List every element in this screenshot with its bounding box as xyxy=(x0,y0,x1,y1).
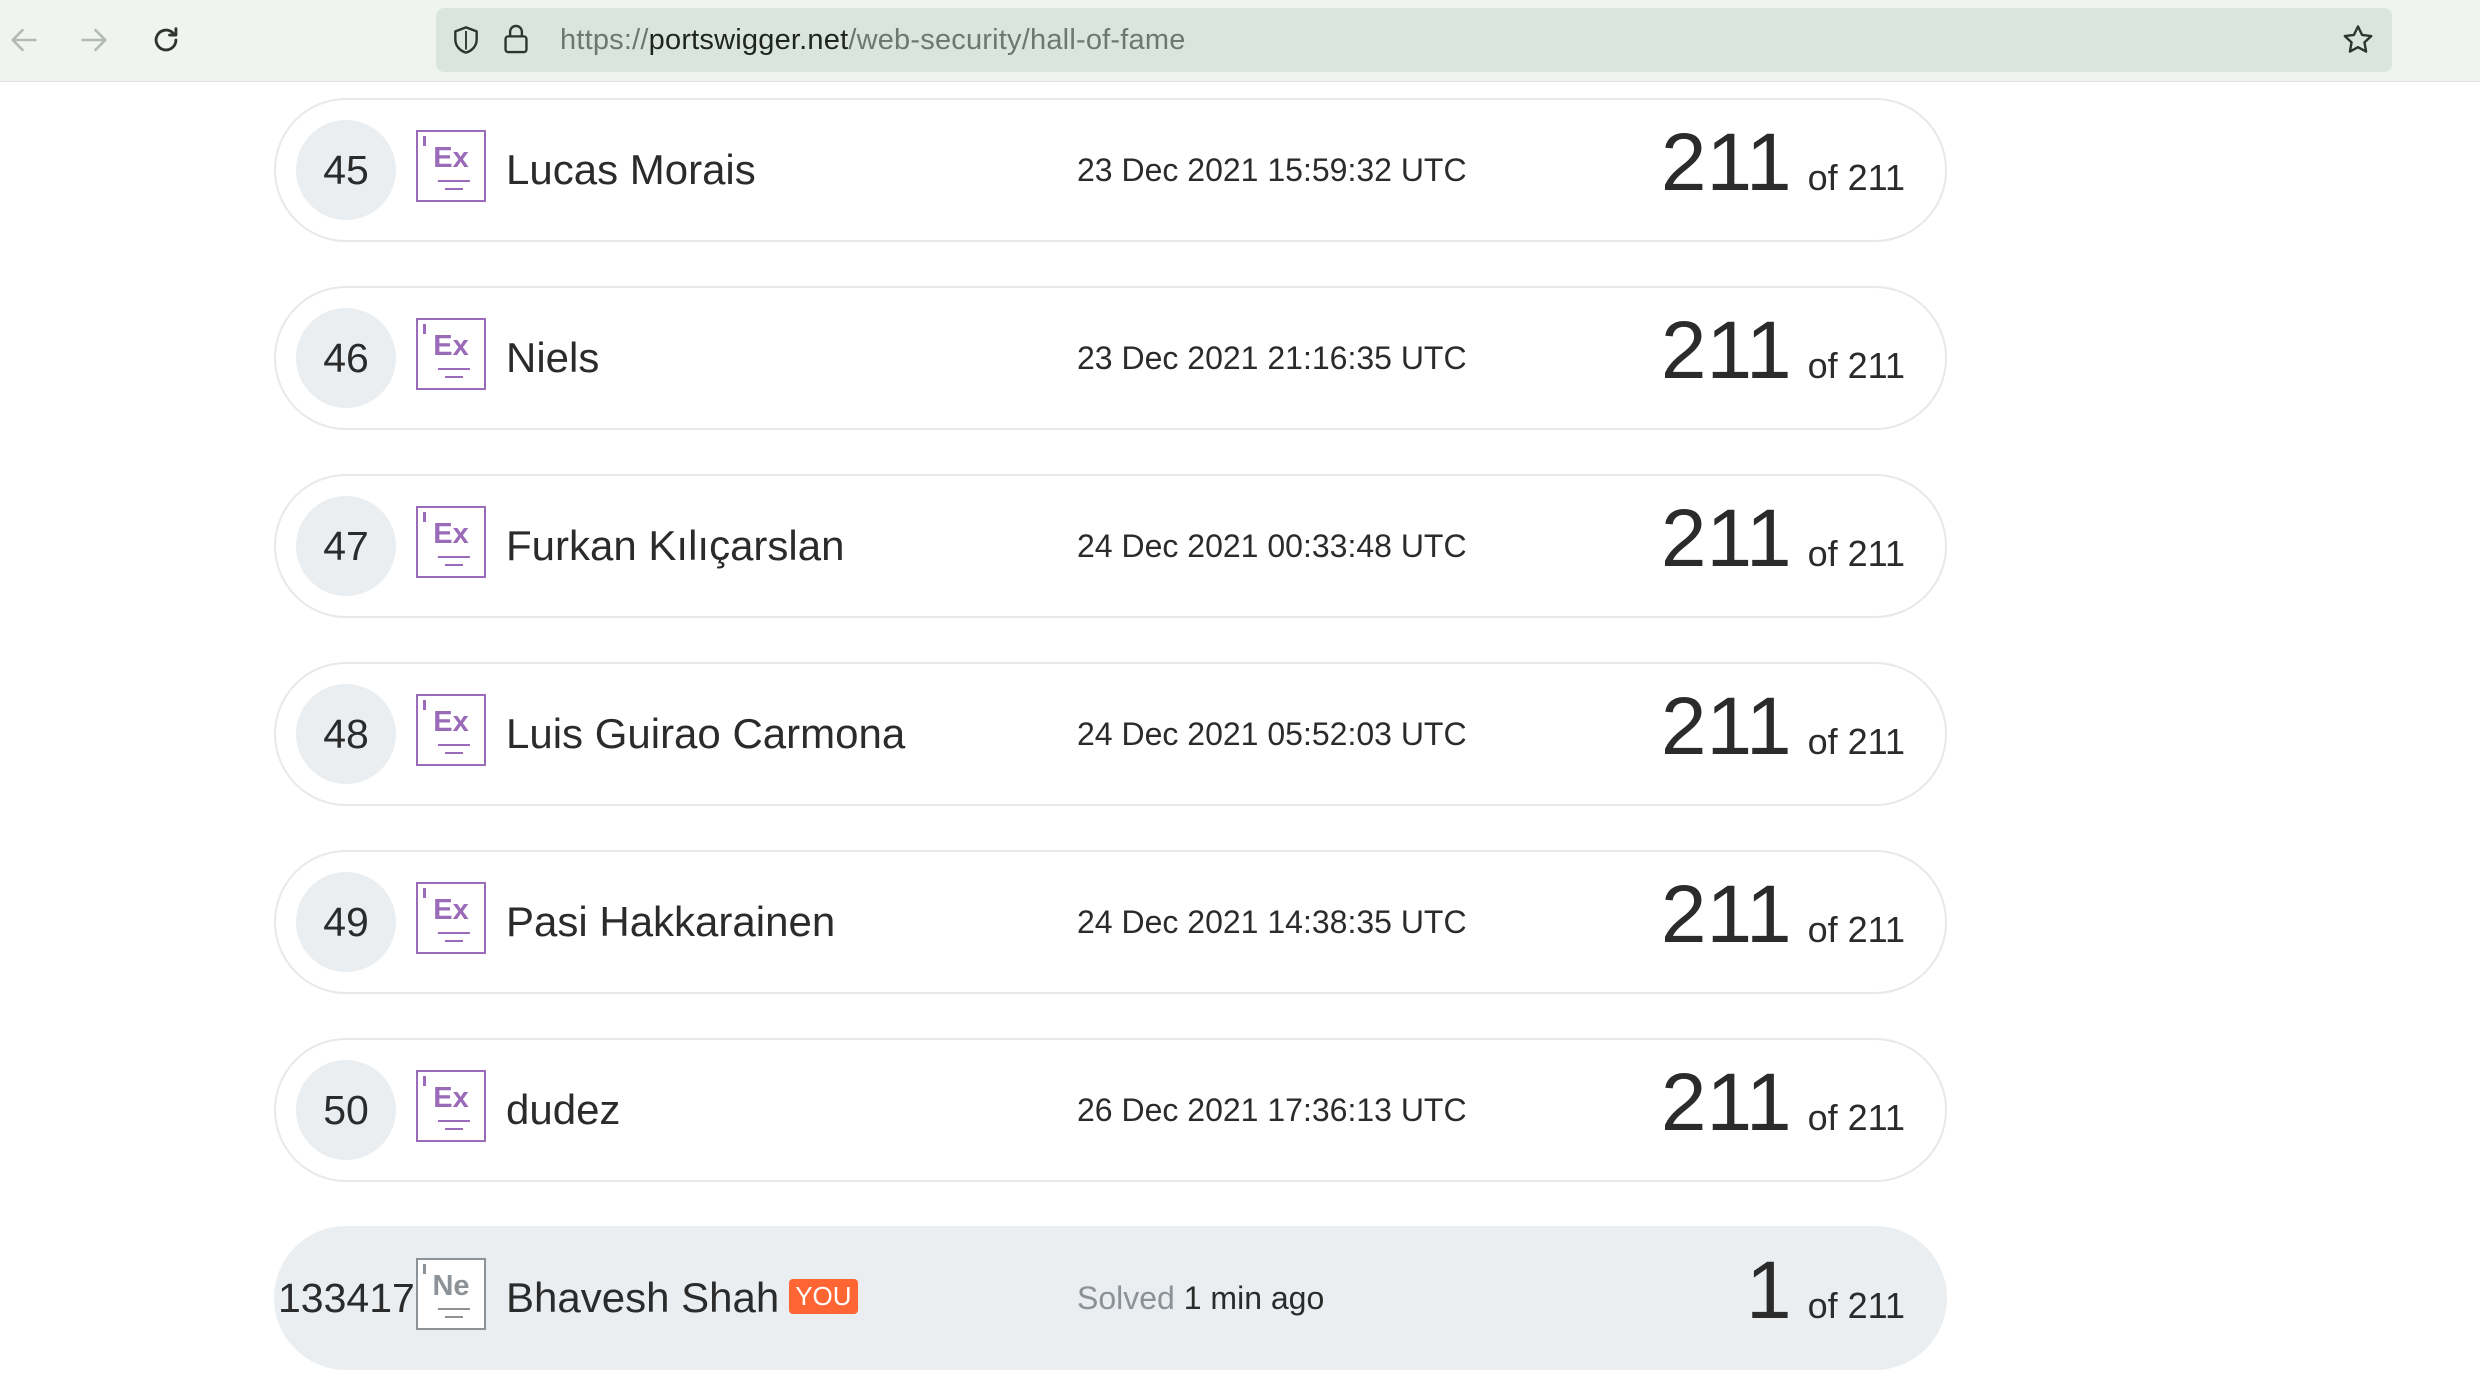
badge-symbol: Ex xyxy=(433,1082,469,1114)
expert-level-icon: Ex xyxy=(416,130,486,202)
reload-button[interactable] xyxy=(142,16,190,64)
current-user-row: 133417 Ne Bhavesh Shah YOU Solved 1 min a… xyxy=(274,1226,1947,1370)
score: 211 of 211 xyxy=(1661,1062,1905,1144)
rank-number: 45 xyxy=(296,120,396,220)
score: 211 of 211 xyxy=(1661,498,1905,580)
bookmark-star-icon[interactable] xyxy=(2340,22,2376,58)
arrow-left-icon xyxy=(11,28,37,52)
user-name: dudez xyxy=(506,1086,621,1133)
url-text[interactable]: https://portswigger.net/web-security/hal… xyxy=(560,24,1186,57)
shield-icon[interactable] xyxy=(450,24,482,56)
score-total: of 211 xyxy=(1807,533,1905,574)
expert-level-icon: Ex xyxy=(416,1070,486,1142)
solved-status: Solved 1 min ago xyxy=(1077,1280,1324,1317)
url-scheme: https:// xyxy=(560,24,649,56)
score-value: 211 xyxy=(1660,117,1792,208)
leaderboard-row: 46 Ex Niels 23 Dec 2021 21:16:35 UTC 211… xyxy=(274,286,1947,430)
completion-date: 24 Dec 2021 00:33:48 UTC xyxy=(1077,528,1467,564)
score-value: 211 xyxy=(1660,869,1792,960)
leaderboard-row: 48 Ex Luis Guirao Carmona 24 Dec 2021 05… xyxy=(274,662,1947,806)
score: 211 of 211 xyxy=(1661,874,1905,956)
rank-number: 50 xyxy=(296,1060,396,1160)
leaderboard-row: 49 Ex Pasi Hakkarainen 24 Dec 2021 14:38… xyxy=(274,850,1947,994)
badge-symbol: Ex xyxy=(433,518,469,550)
completion-date: 24 Dec 2021 05:52:03 UTC xyxy=(1077,716,1467,752)
expert-level-icon: Ex xyxy=(416,694,486,766)
leaderboard-row: 50 Ex dudez 26 Dec 2021 17:36:13 UTC 211… xyxy=(274,1038,1947,1182)
score-value: 211 xyxy=(1660,681,1792,772)
user-name-text: Bhavesh Shah xyxy=(506,1274,780,1321)
score: 1 of 211 xyxy=(1746,1250,1905,1332)
expert-level-icon: Ex xyxy=(416,318,486,390)
novice-level-icon: Ne xyxy=(416,1258,486,1330)
score-total: of 211 xyxy=(1807,1097,1905,1138)
score: 211 of 211 xyxy=(1661,686,1905,768)
lock-icon[interactable] xyxy=(500,22,532,56)
score-total: of 211 xyxy=(1807,909,1905,950)
score: 211 of 211 xyxy=(1661,122,1905,204)
expert-level-icon: Ex xyxy=(416,882,486,954)
badge-symbol: Ne xyxy=(432,1270,470,1302)
expert-level-icon: Ex xyxy=(416,506,486,578)
url-host: portswigger.net xyxy=(648,24,849,56)
completion-date: 23 Dec 2021 21:16:35 UTC xyxy=(1077,340,1467,376)
completion-date: 26 Dec 2021 17:36:13 UTC xyxy=(1077,1092,1467,1128)
score: 211 of 211 xyxy=(1661,310,1905,392)
forward-button[interactable] xyxy=(70,16,118,64)
reload-icon xyxy=(154,27,178,52)
score-total: of 211 xyxy=(1807,345,1905,386)
solved-label: Solved xyxy=(1077,1280,1175,1316)
rank-number: 49 xyxy=(296,872,396,972)
rank-number: 46 xyxy=(296,308,396,408)
score-total: of 211 xyxy=(1807,1285,1905,1326)
score-value: 211 xyxy=(1660,493,1792,584)
you-badge: YOU xyxy=(789,1279,858,1315)
back-button[interactable] xyxy=(0,16,48,64)
user-name: Luis Guirao Carmona xyxy=(506,710,906,757)
browser-toolbar: https://portswigger.net/web-security/hal… xyxy=(0,0,2480,82)
address-bar[interactable]: https://portswigger.net/web-security/hal… xyxy=(436,8,2392,72)
badge-symbol: Ex xyxy=(433,706,469,738)
leaderboard-row: 45 Ex Lucas Morais 23 Dec 2021 15:59:32 … xyxy=(274,98,1947,242)
rank-number: 47 xyxy=(296,496,396,596)
user-name: Pasi Hakkarainen xyxy=(506,898,836,945)
rank-number: 48 xyxy=(296,684,396,784)
badge-symbol: Ex xyxy=(433,894,469,926)
arrow-right-icon xyxy=(81,28,107,52)
leaderboard-row: 47 Ex Furkan Kılıçarslan 24 Dec 2021 00:… xyxy=(274,474,1947,618)
badge-symbol: Ex xyxy=(433,142,469,174)
url-path: /web-security/hall-of-fame xyxy=(848,24,1186,56)
badge-symbol: Ex xyxy=(433,330,469,362)
score-value: 211 xyxy=(1660,305,1792,396)
user-name: Bhavesh Shah YOU xyxy=(506,1274,858,1322)
rank-number: 133417 xyxy=(278,1274,415,1321)
user-name: Furkan Kılıçarslan xyxy=(506,522,845,569)
score-total: of 211 xyxy=(1807,157,1905,198)
user-name: Niels xyxy=(506,334,600,381)
completion-date: 24 Dec 2021 14:38:35 UTC xyxy=(1077,904,1467,940)
solved-time: 1 min ago xyxy=(1183,1280,1325,1316)
user-name: Lucas Morais xyxy=(506,146,756,193)
score-value: 211 xyxy=(1660,1057,1792,1148)
completion-date: 23 Dec 2021 15:59:32 UTC xyxy=(1077,152,1467,188)
score-total: of 211 xyxy=(1807,721,1905,762)
score-value: 1 xyxy=(1745,1245,1792,1336)
